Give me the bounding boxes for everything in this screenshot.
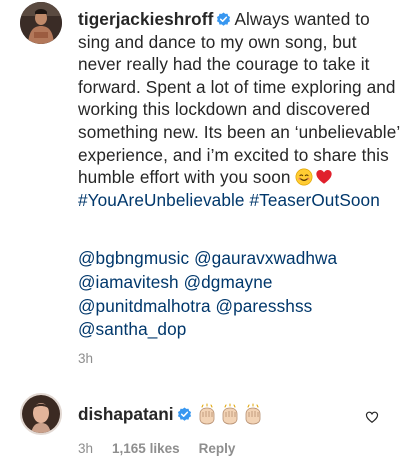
post-author-username[interactable]: tigerjackieshroff bbox=[78, 9, 213, 29]
mentions-block: @bgbngmusic @gauravxwadhwa @iamavitesh @… bbox=[78, 247, 404, 342]
caption-text: Always wanted to sing and dance to my ow… bbox=[78, 9, 400, 188]
avatar-photo bbox=[20, 2, 62, 44]
hashtag-link[interactable]: #TeaserOutSoon bbox=[249, 190, 379, 210]
hashtag-link[interactable]: #YouAreUnbelievable bbox=[78, 190, 245, 210]
avatar-photo bbox=[22, 395, 60, 433]
clapping-hands-emoji bbox=[222, 403, 237, 425]
post-author-avatar[interactable] bbox=[20, 2, 62, 44]
verified-badge-icon bbox=[177, 406, 191, 421]
verified-badge-icon bbox=[217, 12, 231, 26]
clapping-hands-emoji bbox=[199, 403, 214, 425]
red-heart-emoji bbox=[316, 170, 333, 184]
commenter-avatar[interactable] bbox=[20, 393, 62, 435]
reply-button[interactable]: Reply bbox=[199, 441, 236, 456]
mention-link[interactable]: @bgbngmusic bbox=[78, 248, 189, 268]
mention-link[interactable]: @gauravxwadhwa bbox=[194, 248, 337, 268]
commenter-username[interactable]: dishapatani bbox=[78, 404, 174, 425]
comment: dishapatani bbox=[78, 403, 264, 425]
like-heart-icon[interactable] bbox=[365, 410, 379, 424]
mention-link[interactable]: @santha_dop bbox=[78, 319, 186, 339]
mention-link[interactable]: @iamavitesh bbox=[78, 272, 179, 292]
post-timestamp[interactable]: 3h bbox=[78, 351, 93, 366]
post-caption: tigerjackieshroff Always wanted to sing a… bbox=[78, 8, 404, 211]
mention-link[interactable]: @paresshss bbox=[216, 296, 313, 316]
clapping-hands-emoji bbox=[245, 403, 260, 425]
smiling-face-emoji bbox=[296, 168, 313, 186]
mention-link[interactable]: @punitdmalhotra bbox=[78, 296, 211, 316]
mention-link[interactable]: @dgmayne bbox=[184, 272, 273, 292]
comment-meta: 3h 1,165 likes Reply bbox=[78, 441, 254, 456]
comment-likes-count[interactable]: 1,165 likes bbox=[112, 441, 180, 456]
comment-timestamp[interactable]: 3h bbox=[78, 441, 93, 456]
